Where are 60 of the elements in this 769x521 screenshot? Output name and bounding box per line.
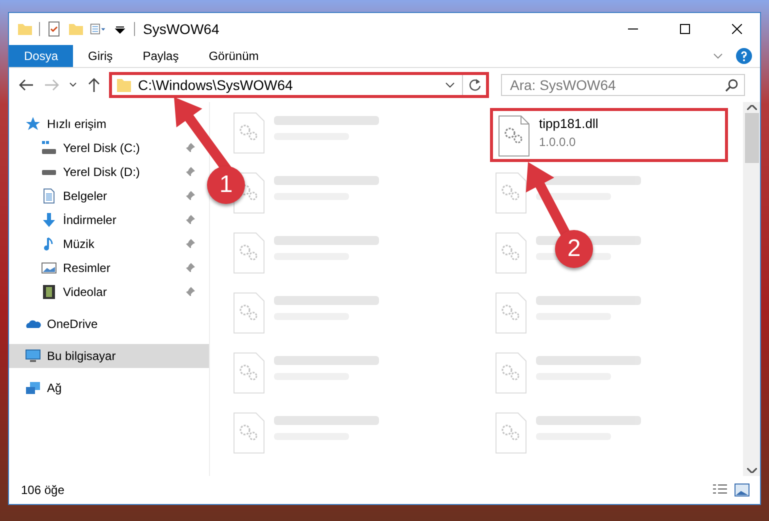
up-arrow-icon [88,78,100,92]
sidebar-item[interactable]: Ağ [9,376,70,400]
sidebar-item[interactable]: Belgeler [9,184,197,208]
monitor-icon [25,348,41,364]
dll-file-icon [494,231,528,275]
sidebar-item[interactable]: Yerel Disk (D:) [9,160,197,184]
star-icon [25,116,41,132]
refresh-icon [468,78,482,92]
scrollbar-thumb[interactable] [744,113,758,163]
sidebar-item[interactable]: Yerel Disk (C:) [9,136,197,160]
back-arrow-icon [19,79,33,91]
document-icon [41,188,57,204]
sidebar-item[interactable]: Resimler [9,256,197,280]
dll-file-icon [232,411,266,455]
scroll-up-icon[interactable] [746,105,756,110]
dll-file-icon [494,411,528,455]
dll-file-icon [494,291,528,335]
checklist-icon[interactable] [46,21,62,37]
film-icon [41,284,57,300]
dll-file-icon [232,291,266,335]
network-icon [25,380,41,396]
close-icon [732,24,742,34]
download-arrow-icon [41,212,57,228]
search-field[interactable]: Ara: SysWOW64 [501,74,745,96]
dll-file-icon [232,111,266,155]
sidebar-item[interactable]: Videolar [9,280,197,304]
dll-file-icon [497,114,531,158]
ribbon-tab[interactable]: Görünüm [194,45,274,67]
sidebar-item[interactable]: OneDrive [9,312,106,336]
file-item[interactable]: tipp181.dll 1.0.0.0 [490,108,728,162]
help-icon[interactable] [736,48,752,64]
dll-file-icon [494,171,528,215]
dll-file-icon [232,231,266,275]
large-icons-view-icon[interactable] [734,483,750,497]
drive-icon [41,140,57,156]
scroll-down-icon[interactable] [746,468,756,473]
minimize-icon [628,28,638,30]
item-count: 106 öğe [21,483,64,497]
file-detail: 1.0.0.0 [539,135,577,149]
scrollbar[interactable] [743,102,760,476]
forward-arrow-icon [45,79,59,91]
properties-icon[interactable] [90,21,106,37]
ribbon-tab[interactable]: Paylaş [128,45,194,67]
maximize-icon [680,24,690,34]
file-name: tipp181.dll [539,116,598,131]
sidebar-item[interactable]: Hızlı erişim [9,112,114,136]
sidebar-item[interactable]: Müzik [9,232,197,256]
dll-file-icon [232,351,266,395]
ribbon-tab[interactable]: Dosya [9,45,74,67]
chevron-down-icon [69,82,77,88]
sidebar-item[interactable]: Bu bilgisayar [9,344,209,368]
drive-icon [42,170,56,174]
picture-icon [41,260,57,276]
window-title: SysWOW64 [143,21,220,37]
search-icon[interactable] [725,78,739,92]
sidebar-item[interactable]: İndirmeler [9,208,197,232]
ribbon-tab[interactable]: Giriş [73,45,128,67]
address-bar[interactable]: C:\Windows\SysWOW64 [109,72,489,98]
dll-file-icon [494,351,528,395]
folder-icon [116,77,132,93]
